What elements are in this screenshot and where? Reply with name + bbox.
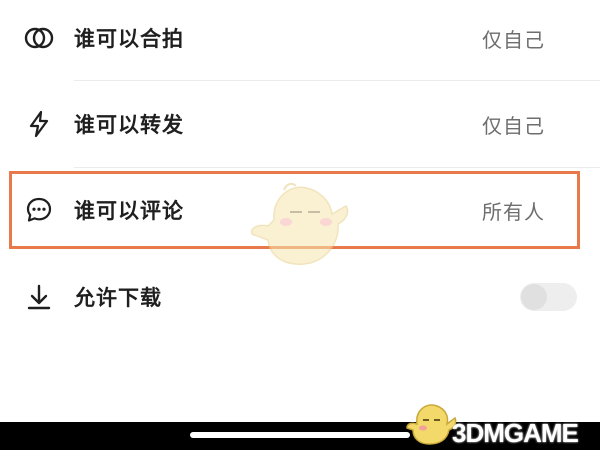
watermark-logo-icon	[406, 404, 457, 445]
setting-label: 谁可以转发	[74, 113, 184, 137]
mascot-watermark	[250, 182, 349, 265]
lightning-icon	[24, 109, 54, 139]
toggle-knob	[521, 284, 547, 310]
setting-value: 仅自己	[482, 113, 545, 138]
setting-row-duet[interactable]: 谁可以合拍 仅自己	[0, 0, 600, 81]
setting-value: 仅自己	[482, 27, 545, 52]
download-icon	[24, 282, 54, 312]
duet-icon	[24, 23, 54, 53]
home-indicator[interactable]	[190, 432, 410, 438]
download-toggle[interactable]	[520, 283, 577, 311]
setting-label: 允许下载	[74, 286, 162, 310]
watermark-text: 3DMGAME	[452, 418, 579, 448]
setting-row-forward[interactable]: 谁可以转发 仅自己	[0, 81, 600, 167]
setting-label: 谁可以合拍	[74, 27, 184, 51]
